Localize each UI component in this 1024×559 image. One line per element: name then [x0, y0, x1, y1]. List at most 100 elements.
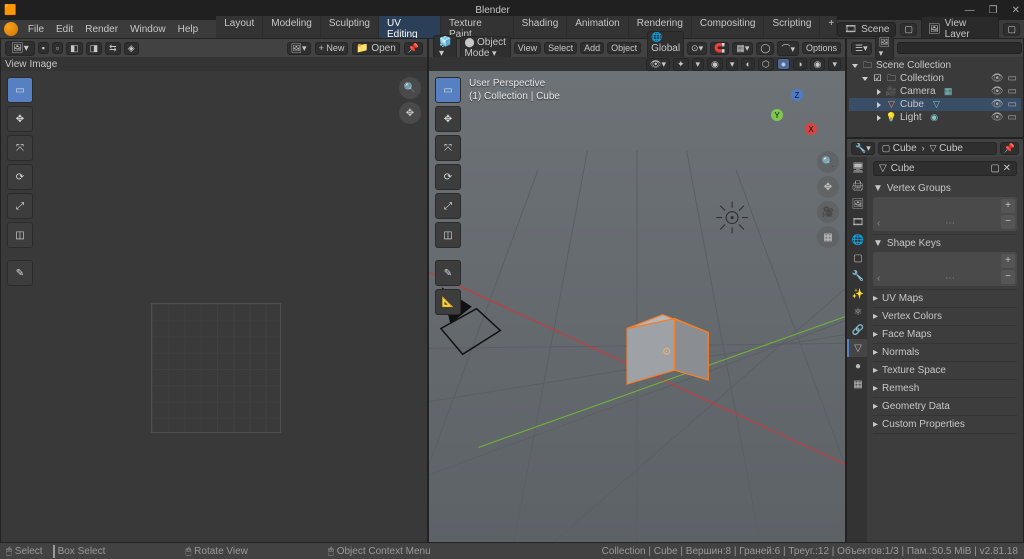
outliner-search-input[interactable] — [897, 42, 1022, 54]
viewlayer-browse-button[interactable]: ▢ — [1003, 23, 1020, 36]
properties-pin-button[interactable]: 📌 — [1000, 142, 1019, 155]
section-header[interactable]: ▸Normals — [873, 347, 1017, 358]
minimize-button[interactable]: — — [965, 5, 975, 16]
menu-render[interactable]: Render — [79, 22, 124, 37]
editor-type-dropdown[interactable]: 🖼▾ — [5, 41, 35, 56]
3d-tool-rotate[interactable]: ⟳ — [435, 164, 461, 190]
uv-mode-island[interactable]: ◨ — [86, 42, 103, 55]
outliner-display-mode[interactable]: 🖼▾ — [875, 36, 894, 60]
properties-breadcrumb[interactable]: ▢ Cube › ▽ Cube — [878, 142, 997, 155]
snap-dropdown[interactable]: ▦▾ — [732, 42, 753, 55]
disable-icon[interactable]: ▭ — [1008, 99, 1017, 110]
outliner-editor-type[interactable]: ☰▾ — [851, 42, 872, 55]
3d-tool-cursor[interactable]: ✥ — [435, 106, 461, 132]
ptab-texture[interactable]: ▦ — [847, 375, 867, 393]
outliner-collection[interactable]: ☑ 🗀 Collection 👁▭ — [849, 72, 1021, 85]
axis-z[interactable]: Z — [791, 89, 803, 101]
xray-toggle[interactable]: ◐ — [741, 58, 754, 70]
uv-menu-image[interactable]: Image — [30, 59, 58, 70]
pin-image-button[interactable]: 📌 — [404, 42, 423, 55]
section-header[interactable]: ▸UV Maps — [873, 293, 1017, 304]
snap-toggle[interactable]: 🧲 — [710, 42, 729, 55]
3d-menu-view[interactable]: View — [514, 42, 541, 54]
uv-zoom-button[interactable]: 🔍 — [399, 77, 421, 99]
menu-window[interactable]: Window — [124, 22, 172, 37]
shading-dropdown[interactable]: ▾ — [828, 58, 841, 71]
ptab-render[interactable]: 🖥 — [847, 159, 867, 177]
pivot-dropdown[interactable]: ⊙▾ — [687, 42, 707, 55]
pan-button[interactable]: ✥ — [817, 176, 839, 198]
ptab-modifiers[interactable]: 🔧 — [847, 267, 867, 285]
uv-tool-rotate[interactable]: ⟳ — [7, 164, 33, 190]
proportional-dropdown[interactable]: ⌒▾ — [777, 41, 799, 56]
uv-editor-viewport[interactable]: ▭ ✥ ⤧ ⟳ ⤢ ◫ ✎ 🔍 ✥ — [1, 71, 427, 542]
list-remove-button[interactable]: − — [1001, 270, 1015, 284]
gizmo-toggle[interactable]: ✦ — [673, 58, 689, 71]
disable-icon[interactable]: ▭ — [1008, 73, 1017, 84]
uv-tool-scale[interactable]: ⤢ — [7, 193, 33, 219]
3d-tool-measure[interactable]: 📐 — [435, 289, 461, 315]
hide-icon[interactable]: 👁 — [991, 86, 1004, 97]
properties-body[interactable]: ▽ Cube▢ ✕ ▼Vertex Groups+−‹⋯▼Shape Keys+… — [867, 157, 1023, 542]
uv-sticky-button[interactable]: ◈ — [124, 42, 139, 55]
3d-menu-select[interactable]: Select — [544, 42, 577, 54]
maximize-button[interactable]: ❐ — [989, 5, 998, 16]
object-visibility-dropdown[interactable]: 👁▾ — [646, 58, 670, 71]
proportional-toggle[interactable]: ◯ — [756, 42, 774, 55]
section-header[interactable]: ▼Vertex Groups — [873, 183, 1017, 194]
section-header[interactable]: ▸Custom Properties — [873, 419, 1017, 430]
ptab-object[interactable]: ▢ — [847, 249, 867, 267]
orbit-gizmo[interactable]: X Y Z — [771, 89, 821, 139]
section-header[interactable]: ▸Vertex Colors — [873, 311, 1017, 322]
section-header[interactable]: ▸Face Maps — [873, 329, 1017, 340]
ptab-physics[interactable]: ⚛ — [847, 303, 867, 321]
properties-editor-type[interactable]: 🔧▾ — [851, 142, 875, 155]
new-image-button[interactable]: + New — [315, 42, 349, 55]
ptab-viewlayer[interactable]: 🖼 — [847, 195, 867, 213]
section-header[interactable]: ▸Remesh — [873, 383, 1017, 394]
outliner-scene-collection[interactable]: 🗀 Scene Collection — [849, 59, 1021, 72]
camera-view-button[interactable]: 🎥 — [817, 201, 839, 223]
mesh-datablock-selector[interactable]: ▽ Cube▢ ✕ — [873, 161, 1017, 176]
ptab-output[interactable]: 🖨 — [847, 177, 867, 195]
list-add-button[interactable]: + — [1001, 199, 1015, 213]
3d-tool-move[interactable]: ⤧ — [435, 135, 461, 161]
ptab-constraints[interactable]: 🔗 — [847, 321, 867, 339]
3d-viewport[interactable]: User Perspective (1) Collection | Cube ▭… — [429, 71, 845, 542]
close-button[interactable]: ✕ — [1012, 5, 1020, 16]
uv-pan-button[interactable]: ✥ — [399, 102, 421, 124]
open-image-button[interactable]: 📁 Open — [352, 42, 399, 55]
hide-icon[interactable]: 👁 — [991, 99, 1004, 110]
image-browse-button[interactable]: 🖼▾ — [287, 42, 311, 55]
hide-icon[interactable]: 👁 — [991, 112, 1004, 123]
3d-menu-add[interactable]: Add — [580, 42, 604, 54]
uv-menu-view[interactable]: View — [5, 59, 27, 70]
shading-solid[interactable]: ● — [777, 58, 790, 70]
outliner-item-light[interactable]: 💡 Light ◉ 👁▭ — [849, 111, 1021, 124]
menu-help[interactable]: Help — [172, 22, 205, 37]
ptab-material[interactable]: ● — [847, 357, 867, 375]
gizmo-dropdown[interactable]: ▾ — [692, 58, 705, 71]
uv-mode-edge[interactable]: ▫ — [52, 42, 63, 54]
uv-tool-move[interactable]: ⤧ — [7, 135, 33, 161]
scene-browse-button[interactable]: ▢ — [900, 23, 917, 36]
zoom-button[interactable]: 🔍 — [817, 151, 839, 173]
3d-menu-object[interactable]: Object — [607, 42, 641, 54]
menu-edit[interactable]: Edit — [50, 22, 79, 37]
overlay-dropdown[interactable]: ▾ — [726, 58, 739, 71]
uv-sync-button[interactable]: ⇆ — [105, 42, 121, 55]
options-dropdown[interactable]: Options — [802, 42, 841, 54]
3d-tool-scale[interactable]: ⤢ — [435, 193, 461, 219]
hide-icon[interactable]: 👁 — [991, 73, 1004, 84]
outliner-item-cube[interactable]: ▽ Cube ▽ 👁▭ — [849, 98, 1021, 111]
ptab-scene[interactable]: 🎞 — [847, 213, 867, 231]
section-header[interactable]: ▼Shape Keys — [873, 238, 1017, 249]
3d-tool-annotate[interactable]: ✎ — [435, 260, 461, 286]
list-add-button[interactable]: + — [1001, 254, 1015, 268]
uv-tool-select[interactable]: ▭ — [7, 77, 33, 103]
overlay-toggle[interactable]: ◉ — [707, 58, 723, 71]
ortho-toggle-button[interactable]: ▦ — [817, 226, 839, 248]
3d-tool-select[interactable]: ▭ — [435, 77, 461, 103]
ptab-particles[interactable]: ✨ — [847, 285, 867, 303]
ptab-world[interactable]: 🌐 — [847, 231, 867, 249]
